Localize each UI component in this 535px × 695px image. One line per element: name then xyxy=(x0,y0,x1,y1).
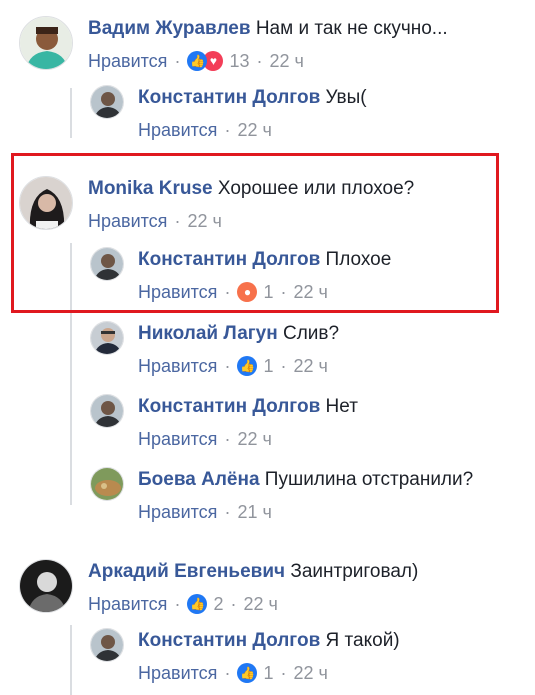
like-button[interactable]: Нравится xyxy=(138,355,217,377)
avatar[interactable] xyxy=(90,628,124,662)
comment-text: Нет xyxy=(325,396,358,417)
comment-author[interactable]: Константин Долгов xyxy=(138,630,320,651)
separator: · xyxy=(224,502,231,522)
comment-author[interactable]: Боева Алёна xyxy=(138,469,260,490)
comment-text: Пушилина отстранили? xyxy=(264,469,474,490)
reaction-count[interactable]: 2 xyxy=(213,593,223,615)
timestamp[interactable]: 22 ч xyxy=(243,593,277,615)
comment-text: Нам и так не скучно... xyxy=(255,18,448,39)
thread-line xyxy=(70,88,72,138)
comment-author[interactable]: Николай Лагун xyxy=(138,323,278,344)
comment-author[interactable]: Вадим Журавлев xyxy=(88,18,251,39)
avatar[interactable] xyxy=(90,321,124,355)
reaction-count[interactable]: 1 xyxy=(263,355,273,377)
comment-author[interactable]: Константин Долгов xyxy=(138,87,320,108)
timestamp[interactable]: 21 ч xyxy=(237,501,271,523)
like-button[interactable]: Нравится xyxy=(88,50,167,72)
separator: · xyxy=(224,429,231,449)
comment-text: Слив? xyxy=(283,323,340,344)
thread-line xyxy=(70,625,72,695)
like-reaction-icon: 👍 xyxy=(237,356,258,376)
separator: · xyxy=(174,51,181,71)
separator: · xyxy=(230,594,237,614)
like-reaction-icon: 👍 xyxy=(187,594,208,614)
separator: · xyxy=(256,51,263,71)
avatar[interactable] xyxy=(19,16,73,70)
comment-text: Заинтриговал) xyxy=(290,561,419,582)
avatar[interactable] xyxy=(19,559,73,613)
timestamp[interactable]: 22 ч xyxy=(293,355,327,377)
like-button[interactable]: Нравится xyxy=(138,428,217,450)
avatar[interactable] xyxy=(90,394,124,428)
like-button[interactable]: Нравится xyxy=(138,662,217,684)
like-button[interactable]: Нравится xyxy=(138,119,217,141)
highlight-box xyxy=(11,153,499,313)
like-reaction-icon: 👍 xyxy=(237,663,258,683)
comment-author[interactable]: Константин Долгов xyxy=(138,396,320,417)
timestamp[interactable]: 22 ч xyxy=(293,662,327,684)
separator: · xyxy=(224,663,231,683)
separator: · xyxy=(280,663,287,683)
reaction-count[interactable]: 1 xyxy=(263,662,273,684)
separator: · xyxy=(280,356,287,376)
comment-author[interactable]: Аркадий Евгеньевич xyxy=(88,561,285,582)
separator: · xyxy=(224,120,231,140)
reaction-count[interactable]: 13 xyxy=(229,50,249,72)
comment-text: Я такой) xyxy=(325,630,400,651)
timestamp[interactable]: 22 ч xyxy=(237,428,271,450)
timestamp[interactable]: 22 ч xyxy=(237,119,271,141)
separator: · xyxy=(224,356,231,376)
avatar[interactable] xyxy=(90,467,124,501)
separator: · xyxy=(174,594,181,614)
like-button[interactable]: Нравится xyxy=(138,501,217,523)
like-button[interactable]: Нравится xyxy=(88,593,167,615)
comment-text: Увы( xyxy=(325,87,367,108)
timestamp[interactable]: 22 ч xyxy=(269,50,303,72)
avatar[interactable] xyxy=(90,85,124,119)
like-reaction-icon: 👍 xyxy=(187,51,208,71)
